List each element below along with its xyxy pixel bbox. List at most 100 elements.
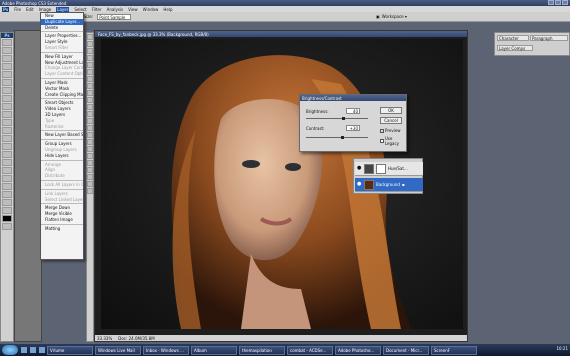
magic-wand-tool-icon[interactable] — [2, 63, 12, 70]
menu-help[interactable]: Help — [163, 7, 172, 12]
tool-icon[interactable] — [87, 41, 93, 47]
tool-icon[interactable] — [87, 153, 93, 159]
menu-layer[interactable]: Layer — [56, 6, 70, 12]
tool-icon[interactable] — [87, 139, 93, 145]
clone-stamp-tool-icon[interactable] — [2, 103, 12, 110]
menu-window[interactable]: Window — [143, 7, 159, 12]
layer-menu-item[interactable]: Delete — [41, 25, 83, 31]
slice-tool-icon[interactable] — [2, 79, 12, 86]
cancel-button[interactable]: Cancel — [380, 117, 402, 124]
healing-brush-tool-icon[interactable] — [2, 87, 12, 94]
quick-launch-icon[interactable] — [39, 347, 45, 353]
menu-image[interactable]: Image — [39, 7, 52, 12]
layer-menu-item[interactable]: Matting — [41, 226, 83, 232]
layer-menu-item[interactable]: Hide Layers — [41, 153, 83, 159]
blur-tool-icon[interactable] — [2, 135, 12, 142]
layer-menu-item[interactable]: Duplicate Layer... — [41, 18, 83, 25]
eye-icon[interactable]: ● — [357, 166, 362, 171]
minimize-button[interactable] — [548, 0, 554, 5]
menu-edit[interactable]: Edit — [26, 7, 34, 12]
menu-view[interactable]: View — [128, 7, 138, 12]
ok-button[interactable]: OK — [380, 107, 402, 114]
type-tool-icon[interactable] — [2, 159, 12, 166]
tool-icon[interactable] — [87, 69, 93, 75]
use-legacy-checkbox-box[interactable] — [380, 139, 384, 143]
tab-character[interactable]: Character — [497, 35, 529, 41]
menu-select[interactable]: Select — [74, 7, 86, 12]
move-tool-icon[interactable] — [2, 39, 12, 46]
marquee-tool-icon[interactable] — [2, 47, 12, 54]
quick-mask-icon[interactable] — [2, 223, 12, 230]
quick-launch-icon[interactable] — [30, 347, 36, 353]
notes-tool-icon[interactable] — [2, 183, 12, 190]
quick-launch-icon[interactable] — [21, 347, 27, 353]
eye-icon[interactable]: ● — [357, 182, 362, 187]
tool-icon[interactable] — [87, 90, 93, 96]
tool-icon[interactable] — [87, 97, 93, 103]
tab-layer-comps[interactable]: Layer Comps — [497, 45, 533, 51]
tool-icon[interactable] — [87, 174, 93, 180]
history-brush-tool-icon[interactable] — [2, 111, 12, 118]
contrast-input[interactable]: +30 — [346, 125, 360, 131]
layer-menu-item[interactable]: Create Clipping Mask — [41, 92, 83, 98]
menu-file[interactable]: File — [14, 7, 21, 12]
color-swatch-icon[interactable] — [2, 215, 12, 222]
taskbar-task[interactable]: Album — [191, 345, 237, 355]
tool-icon[interactable] — [87, 76, 93, 82]
taskbar-task[interactable]: themaspilation — [239, 345, 285, 355]
tool-icon[interactable] — [87, 146, 93, 152]
eyedropper-tool-icon[interactable] — [2, 191, 12, 198]
tool-icon[interactable] — [87, 167, 93, 173]
layer-menu-item[interactable]: New Layer Based Slice — [41, 132, 83, 138]
dodge-tool-icon[interactable] — [2, 143, 12, 150]
zoom-tool-icon[interactable] — [2, 207, 12, 214]
use-legacy-checkbox[interactable]: Use Legacy — [380, 136, 406, 146]
brush-tool-icon[interactable] — [2, 95, 12, 102]
camera-icon[interactable]: ▣ — [376, 14, 380, 19]
zoom-level[interactable]: 33.33% — [97, 336, 112, 341]
contrast-slider-thumb[interactable] — [340, 136, 344, 139]
path-selection-tool-icon[interactable] — [2, 167, 12, 174]
workspace-button[interactable]: Workspace ▾ — [382, 14, 407, 19]
tool-icon[interactable] — [87, 48, 93, 54]
taskbar-task[interactable]: Inbox - Windows ... — [143, 345, 189, 355]
pen-tool-icon[interactable] — [2, 151, 12, 158]
tool-icon[interactable] — [87, 125, 93, 131]
brightness-input[interactable]: 40 — [346, 108, 360, 114]
tool-icon[interactable] — [87, 111, 93, 117]
crop-tool-icon[interactable] — [2, 71, 12, 78]
taskbar-task[interactable]: Vrlume — [47, 345, 93, 355]
eraser-tool-icon[interactable] — [2, 119, 12, 126]
tool-icon[interactable] — [87, 62, 93, 68]
preview-checkbox[interactable]: ✓ Preview — [380, 128, 401, 133]
layer-row-background[interactable]: ● Background ▪ — [355, 178, 423, 192]
lasso-tool-icon[interactable] — [2, 55, 12, 62]
taskbar-task[interactable]: combat - ACDSe... — [287, 345, 333, 355]
contrast-slider[interactable] — [306, 136, 368, 139]
close-button[interactable] — [562, 0, 568, 5]
background-document[interactable] — [14, 30, 42, 342]
menu-analysis[interactable]: Analysis — [107, 7, 123, 12]
hand-tool-icon[interactable] — [2, 199, 12, 206]
gradient-tool-icon[interactable] — [2, 127, 12, 134]
tool-icon[interactable] — [87, 118, 93, 124]
brightness-slider[interactable] — [306, 117, 368, 120]
taskbar-task[interactable]: Adobe Photosho... — [335, 345, 381, 355]
layer-row[interactable]: ● Hue/Sat... — [355, 162, 423, 176]
maximize-button[interactable] — [555, 0, 561, 5]
taskbar-task[interactable]: Document - Micr... — [383, 345, 429, 355]
taskbar-task[interactable]: ScreenF — [431, 345, 477, 355]
tool-icon[interactable] — [87, 34, 93, 40]
sample-size-select[interactable]: Point Sample — [97, 13, 132, 20]
menu-filter[interactable]: Filter — [92, 7, 102, 12]
tool-icon[interactable] — [87, 160, 93, 166]
layer-menu-item[interactable]: Flatten Image — [41, 217, 83, 223]
tool-icon[interactable] — [87, 104, 93, 110]
taskbar-task[interactable]: Windows Live Mail — [95, 345, 141, 355]
tool-icon[interactable] — [87, 132, 93, 138]
brightness-slider-thumb[interactable] — [342, 117, 346, 120]
tool-icon[interactable] — [87, 83, 93, 89]
shape-tool-icon[interactable] — [2, 175, 12, 182]
tab-paragraph[interactable]: Paragraph — [530, 35, 568, 41]
tool-icon[interactable] — [87, 55, 93, 61]
